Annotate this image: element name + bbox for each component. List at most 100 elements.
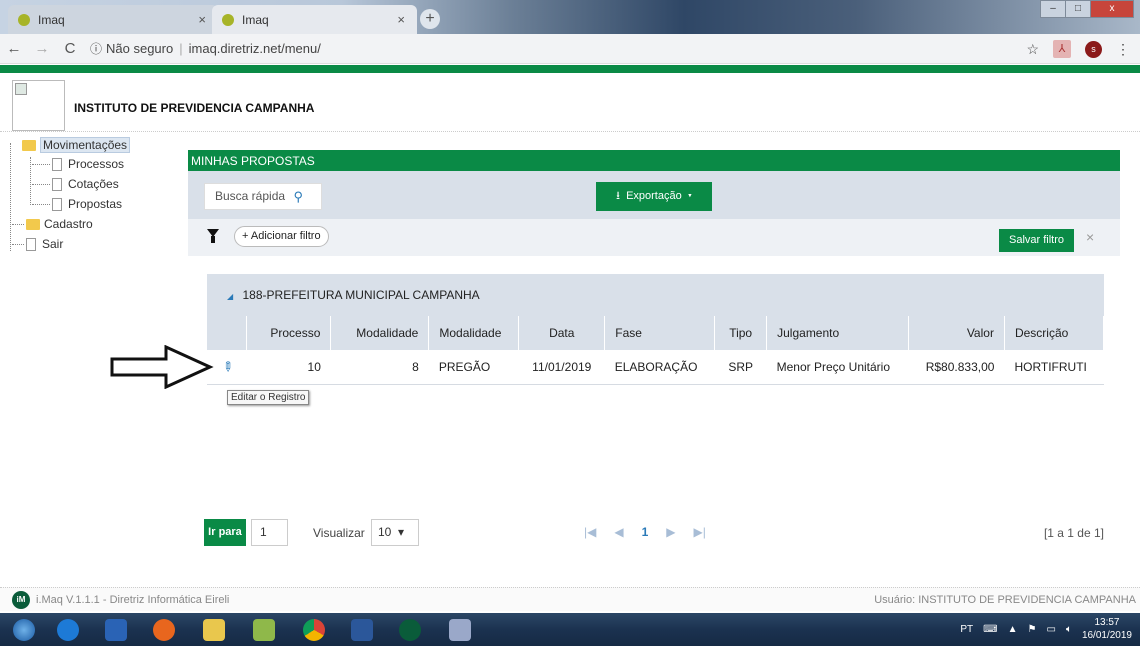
sidebar-item-label: Cadastro — [44, 217, 93, 231]
cell-processo: 10 — [246, 350, 331, 385]
tree-line — [32, 184, 50, 185]
col-header-descricao[interactable]: Descrição — [1004, 316, 1105, 350]
keyboard-icon[interactable]: ⌨ — [983, 624, 997, 635]
col-header-tipo[interactable]: Tipo — [714, 316, 768, 350]
browser-tab-active[interactable]: Imaq × — [212, 5, 417, 34]
profile-avatar[interactable]: s — [1085, 40, 1102, 58]
back-button[interactable]: ← — [0, 40, 28, 57]
taskbar-media[interactable] — [96, 616, 136, 643]
taskbar-ie[interactable] — [48, 616, 88, 643]
taskbar-paint[interactable] — [440, 616, 480, 643]
per-page-select[interactable]: 10 ▾ — [371, 519, 419, 546]
url-field[interactable]: ⓘ Não seguro | imaq.diretriz.net/menu/ — [90, 40, 321, 57]
panel-toolbar: Busca rápida ⚲ ⭳ Exportação ▾ — [188, 171, 1120, 219]
col-header-processo[interactable]: Processo — [246, 316, 332, 350]
sidebar-item-movimentacoes[interactable]: Movimentações — [22, 137, 131, 153]
pointer-arrow-icon — [110, 345, 214, 389]
taskbar-explorer[interactable] — [194, 616, 234, 643]
prev-page-icon[interactable]: ◀ — [614, 525, 623, 539]
page-number-input[interactable]: 1 — [251, 519, 288, 546]
tray-expand-icon[interactable]: ▲ — [1008, 624, 1018, 635]
window-controls: – □ x — [1040, 0, 1134, 18]
paint-icon — [449, 618, 471, 641]
bookmark-star-icon[interactable]: ☆ — [1026, 41, 1039, 58]
forward-button[interactable]: → — [28, 40, 56, 57]
url-text: imaq.diretriz.net/menu/ — [188, 41, 321, 56]
export-label: Exportação — [626, 190, 682, 202]
close-window-button[interactable]: x — [1090, 0, 1134, 18]
taskbar-word[interactable] — [342, 616, 382, 643]
sidebar-item-processos[interactable]: Processos — [52, 157, 124, 171]
new-tab-button[interactable]: + — [420, 9, 440, 29]
taskbar-app[interactable] — [244, 616, 284, 643]
last-page-icon[interactable]: ▶| — [694, 525, 706, 539]
file-icon — [52, 177, 62, 191]
maximize-button[interactable]: □ — [1065, 0, 1091, 18]
tab-close-icon[interactable]: × — [198, 12, 206, 27]
table-row[interactable]: ✎ 10 8 PREGÃO 11/01/2019 ELABORAÇÃO SRP … — [207, 350, 1104, 385]
col-header-modalidade-num[interactable]: Modalidade — [330, 316, 430, 350]
browser-tab[interactable]: Imaq × — [8, 5, 218, 34]
word-icon — [351, 618, 373, 641]
filter-bar: + Adicionar filtro Salvar filtro × — [188, 219, 1120, 256]
cell-descricao: HORTIFRUTI — [1004, 350, 1104, 385]
cell-modalidade-num: 8 — [330, 350, 429, 385]
menu-kebab-icon[interactable]: ⋮ — [1116, 41, 1130, 58]
minimize-button[interactable]: – — [1040, 0, 1066, 18]
clock-time: 13:57 — [1094, 617, 1120, 628]
current-page[interactable]: 1 — [642, 525, 649, 539]
cell-data: 11/01/2019 — [518, 350, 605, 385]
col-header-valor[interactable]: Valor — [908, 316, 1005, 350]
url-separator: | — [179, 41, 183, 56]
flag-icon[interactable]: ⚑ — [1028, 624, 1037, 635]
sidebar-item-sair[interactable]: Sair — [26, 237, 63, 251]
sidebar-item-label: Movimentações — [40, 137, 131, 153]
first-page-icon[interactable]: |◀ — [584, 525, 596, 539]
view-label: Visualizar — [313, 526, 365, 540]
save-filter-button[interactable]: Salvar filtro — [999, 229, 1074, 252]
col-header-modalidade[interactable]: Modalidade — [428, 316, 520, 350]
language-indicator[interactable]: PT — [960, 624, 973, 635]
close-filter-icon[interactable]: × — [1086, 229, 1094, 245]
export-button[interactable]: ⭳ Exportação ▾ — [596, 182, 712, 211]
taskbar-imaq[interactable] — [390, 616, 430, 643]
file-explorer-icon — [203, 618, 225, 641]
tree-line — [32, 204, 50, 205]
clock[interactable]: 13:57 16/01/2019 — [1082, 616, 1132, 642]
taskbar-chrome[interactable] — [294, 616, 334, 643]
col-header-fase[interactable]: Fase — [604, 316, 716, 350]
file-icon — [52, 197, 62, 211]
edit-pencil-icon[interactable]: ✎ — [217, 357, 236, 376]
group-header[interactable]: ◢ 188-PREFEITURA MUNICIPAL CAMPANHA — [207, 274, 1104, 316]
collapse-triangle-icon[interactable]: ◢ — [227, 292, 233, 301]
results-area: ◢ 188-PREFEITURA MUNICIPAL CAMPANHA Proc… — [188, 256, 1120, 546]
per-page-value: 10 — [378, 525, 392, 539]
pdf-extension-icon[interactable]: ⅄ — [1053, 40, 1071, 58]
info-icon[interactable]: ⓘ — [90, 40, 102, 57]
next-page-icon[interactable]: ▶ — [666, 525, 675, 539]
institution-logo — [12, 80, 65, 131]
reload-button[interactable]: C — [56, 40, 84, 57]
folder-open-icon — [22, 139, 36, 151]
col-header-julgamento[interactable]: Julgamento — [766, 316, 909, 350]
sidebar-item-propostas[interactable]: Propostas — [52, 197, 122, 211]
volume-icon[interactable]: 🔈︎ — [1066, 624, 1072, 635]
imaq-favicon-icon — [222, 13, 234, 26]
sidebar-item-cotacoes[interactable]: Cotações — [52, 177, 119, 191]
tree-line — [12, 244, 24, 245]
col-header-data[interactable]: Data — [518, 316, 606, 350]
quick-search-input[interactable]: Busca rápida ⚲ — [204, 183, 322, 210]
sidebar-item-cadastro[interactable]: Cadastro — [26, 217, 93, 231]
tab-close-icon[interactable]: × — [397, 12, 405, 27]
media-player-icon — [105, 618, 127, 641]
go-to-page-button[interactable]: Ir para — [204, 519, 246, 546]
start-button[interactable] — [4, 616, 44, 643]
version-text: i.Maq V.1.1.1 - Diretriz Informática Eir… — [36, 594, 230, 606]
taskbar-firefox[interactable] — [144, 616, 184, 643]
network-icon[interactable]: ▭ — [1046, 624, 1055, 635]
search-icon[interactable]: ⚲ — [293, 184, 303, 209]
download-icon: ⭳ — [616, 190, 620, 202]
add-filter-button[interactable]: + Adicionar filtro — [234, 226, 329, 247]
caret-down-icon: ▾ — [687, 190, 692, 202]
results-range: [1 a 1 de 1] — [1043, 526, 1104, 540]
